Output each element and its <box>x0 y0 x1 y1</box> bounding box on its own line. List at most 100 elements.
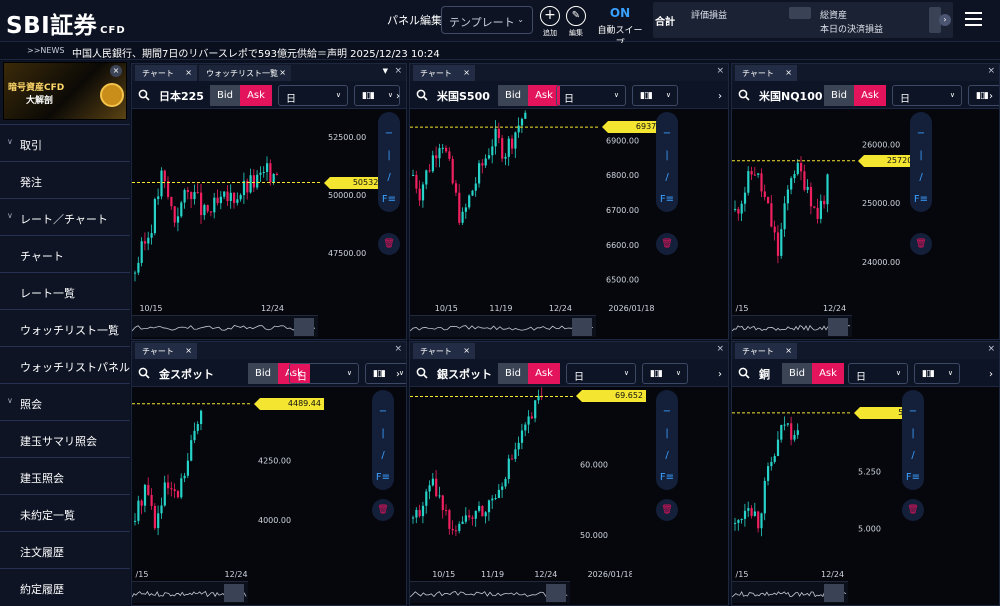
sidebar-item[interactable]: レート一覧 <box>0 272 130 308</box>
tab-watchlist[interactable]: ウォッチリスト一覧 × <box>199 65 291 81</box>
panel-close-icon[interactable]: × <box>394 66 402 76</box>
chart-type-select[interactable]: ▮▯▮∨ <box>968 85 999 106</box>
sidebar-item[interactable]: 発注 <box>0 161 130 197</box>
chart-navigator[interactable] <box>410 315 596 337</box>
sidebar-item[interactable]: ∨ レート／チャート <box>0 198 130 234</box>
chart-type-select[interactable]: ▮▯▮∨ <box>914 363 960 384</box>
tab-chart[interactable]: チャート × <box>135 343 197 359</box>
symbol-name[interactable]: 銅 <box>759 366 770 382</box>
horizontal-line-icon[interactable]: − <box>910 128 932 139</box>
trash-icon[interactable]: 🗑 <box>372 499 394 521</box>
chart-type-select[interactable]: ▮▯▮∨ <box>632 85 678 106</box>
bid-button[interactable]: Bid <box>824 85 854 106</box>
sidebar-item[interactable]: ウォッチリスト一覧 <box>0 309 130 345</box>
horizontal-line-icon[interactable]: − <box>902 406 924 417</box>
ask-button[interactable]: Ask <box>854 85 886 106</box>
close-icon[interactable]: × <box>185 68 192 77</box>
tab-chart[interactable]: チャート × <box>735 65 797 81</box>
bid-button[interactable]: Bid <box>248 363 278 384</box>
close-icon[interactable]: × <box>110 65 122 77</box>
navigator-handle[interactable] <box>572 318 592 336</box>
period-select[interactable]: 日 ∨ <box>566 363 636 384</box>
vertical-line-icon[interactable]: | <box>902 428 924 439</box>
trend-line-icon[interactable]: / <box>902 450 924 461</box>
close-icon[interactable]: × <box>463 68 470 77</box>
search-icon[interactable] <box>416 89 428 101</box>
period-select[interactable]: 日 ∨ <box>289 363 359 384</box>
template-select[interactable]: テンプレート ⌄ <box>441 6 533 34</box>
navigator-handle[interactable] <box>294 318 314 336</box>
bid-button[interactable]: Bid <box>498 85 528 106</box>
close-icon[interactable]: × <box>785 346 792 355</box>
price-chart[interactable]: 6900.00 6800.00 6700.00 6600.00 6500.00 10/15… <box>410 109 658 317</box>
sidebar-item[interactable]: ∨ 取引 <box>0 124 130 160</box>
chart-type-select[interactable]: ▮▯▮∨ <box>642 363 688 384</box>
panel-close-icon[interactable]: × <box>716 344 724 354</box>
trend-line-icon[interactable]: / <box>910 172 932 183</box>
hamburger-menu-icon[interactable] <box>965 12 982 30</box>
fibonacci-icon[interactable]: F≡ <box>910 194 932 205</box>
chart-navigator[interactable] <box>732 581 848 603</box>
fibonacci-icon[interactable]: F≡ <box>378 194 400 205</box>
symbol-name[interactable]: 米国S500 <box>437 88 490 104</box>
period-select[interactable]: 日 ∨ <box>848 363 908 384</box>
symbol-name[interactable]: 米国NQ100 <box>759 88 823 104</box>
tab-chart[interactable]: チャート × <box>135 65 197 81</box>
trash-icon[interactable]: 🗑 <box>902 499 924 521</box>
chart-navigator[interactable] <box>132 581 248 603</box>
fibonacci-icon[interactable]: F≡ <box>902 472 924 483</box>
chevron-right-icon[interactable]: › <box>939 14 951 26</box>
tab-chart[interactable]: チャート × <box>413 343 475 359</box>
panel-close-icon[interactable]: × <box>716 66 724 76</box>
tab-chart[interactable]: チャート × <box>413 65 475 81</box>
trash-icon[interactable]: 🗑 <box>656 233 678 255</box>
bid-button[interactable]: Bid <box>782 363 812 384</box>
horizontal-line-icon[interactable]: − <box>656 406 678 417</box>
price-chart[interactable]: 52500.00 50000.00 47500.00 10/15 12/24 <box>132 109 380 317</box>
price-chart[interactable]: 26000.00 25000.00 24000.00/15 12/24 <box>732 109 914 317</box>
vertical-line-icon[interactable]: | <box>656 428 678 439</box>
chart-type-select[interactable]: ▮▯▮∨ <box>354 85 400 106</box>
sidebar-item[interactable]: 建玉照会 <box>0 457 130 493</box>
chart-navigator[interactable] <box>732 315 852 337</box>
horizontal-line-icon[interactable]: − <box>372 406 394 417</box>
period-select[interactable]: 日 ∨ <box>556 85 626 106</box>
trash-icon[interactable]: 🗑 <box>910 233 932 255</box>
price-chart[interactable]: 60.000 50.000 10/15 11/19 12/24 2026/01/18 <box>410 387 632 583</box>
ask-button[interactable]: Ask <box>812 363 844 384</box>
ask-button[interactable]: Ask <box>240 85 272 106</box>
close-icon[interactable]: × <box>279 68 286 77</box>
fibonacci-icon[interactable]: F≡ <box>656 194 678 205</box>
panel-close-icon[interactable]: × <box>394 344 402 354</box>
symbol-name[interactable]: 日本225 <box>159 88 204 104</box>
search-icon[interactable] <box>138 89 150 101</box>
edit-panel-button[interactable]: ✎ 編集 <box>566 6 586 38</box>
horizontal-line-icon[interactable]: − <box>378 128 400 139</box>
ask-button[interactable]: Ask <box>528 363 560 384</box>
sidebar-item[interactable]: 未約定一覧 <box>0 494 130 530</box>
navigator-handle[interactable] <box>224 584 244 602</box>
chevron-right-icon[interactable]: › <box>718 369 722 380</box>
panel-close-icon[interactable]: × <box>987 66 995 76</box>
trend-line-icon[interactable]: / <box>378 172 400 183</box>
chevron-right-icon[interactable]: › <box>718 91 722 102</box>
trend-line-icon[interactable]: / <box>372 450 394 461</box>
sidebar-item[interactable]: チャート <box>0 235 130 271</box>
chevron-right-icon[interactable]: › <box>396 91 400 102</box>
search-icon[interactable] <box>738 367 750 379</box>
period-select[interactable]: 日 ∨ <box>892 85 962 106</box>
horizontal-line-icon[interactable]: − <box>656 128 678 139</box>
navigator-handle[interactable] <box>828 318 848 336</box>
vertical-line-icon[interactable]: | <box>378 150 400 161</box>
sidebar-item[interactable]: ∨ 照会 <box>0 383 130 419</box>
fibonacci-icon[interactable]: F≡ <box>372 472 394 483</box>
symbol-name[interactable]: 銀スポット <box>437 366 492 382</box>
bid-button[interactable]: Bid <box>498 363 528 384</box>
sidebar-item[interactable]: 建玉サマリ照会 <box>0 420 130 456</box>
price-chart[interactable]: 4250.00 4000.00/15 12/24 <box>132 387 310 583</box>
add-panel-button[interactable]: + 追加 <box>540 6 560 38</box>
sidebar-item[interactable]: 約定履歴 <box>0 568 130 604</box>
news-ticker[interactable]: >>NEWS 中国人民銀行、期間7日のリバースレポで593億元供給＝声明 202… <box>0 43 1000 60</box>
close-icon[interactable]: × <box>185 346 192 355</box>
period-select[interactable]: 日 ∨ <box>278 85 348 106</box>
